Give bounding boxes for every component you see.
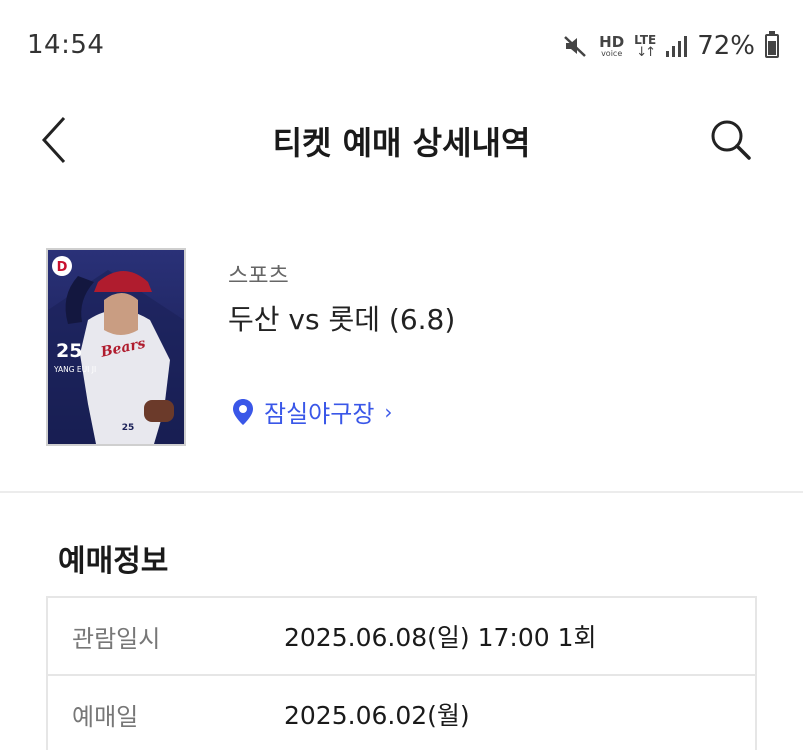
status-bar: 14:54 HD voice LTE ↓↑ 72% xyxy=(0,0,803,92)
hd-voice-icon: HD voice xyxy=(599,32,625,58)
info-label: 관람일시 xyxy=(72,624,161,653)
status-time: 14:54 xyxy=(27,30,105,60)
page-title: 티켓 예매 상세내역 xyxy=(272,124,531,162)
section-title: 예매정보 xyxy=(58,544,169,579)
jersey-number: 25 xyxy=(122,423,135,433)
location-pin-icon xyxy=(233,398,253,425)
poster-player-number: 25 xyxy=(56,340,82,362)
chevron-right-icon: › xyxy=(384,399,393,424)
venue-link[interactable]: 잠실야구장 › xyxy=(232,394,392,429)
event-category: 스포츠 xyxy=(228,264,289,289)
lte-label: LTE xyxy=(634,32,657,47)
poster-player-name: YANG EUI JI xyxy=(53,365,96,374)
search-icon xyxy=(711,120,751,160)
event-poster[interactable]: D Bears 25 25 YANG EUI JI xyxy=(46,248,186,446)
booking-info-table: 관람일시 2025.06.08(일) 17:00 1회 예매일 2025.06.… xyxy=(46,596,757,750)
hd-label: HD xyxy=(599,32,625,51)
app-header: 티켓 예매 상세내역 xyxy=(0,92,803,188)
poster-image: D Bears 25 25 YANG EUI JI xyxy=(48,250,184,444)
info-value: 2025.06.02(월) xyxy=(284,701,470,730)
lte-icon: LTE ↓↑ xyxy=(634,34,656,59)
info-value: 2025.06.08(일) 17:00 1회 xyxy=(284,623,597,652)
event-title: 두산 vs 롯데 (6.8) xyxy=(228,303,456,336)
poster-logo: D xyxy=(57,260,68,275)
info-label: 예매일 xyxy=(72,702,139,731)
mute-icon xyxy=(564,36,587,57)
section-divider xyxy=(0,491,803,493)
info-row-viewing-datetime: 관람일시 2025.06.08(일) 17:00 1회 xyxy=(48,598,755,676)
battery-icon xyxy=(765,31,779,58)
battery-percent: 72% xyxy=(697,31,755,61)
info-row-booking-date: 예매일 2025.06.02(월) xyxy=(48,676,755,750)
event-summary: D Bears 25 25 YANG EUI JI 스포츠 두산 vs 롯데 (… xyxy=(46,248,766,446)
venue-name: 잠실야구장 xyxy=(264,400,375,428)
signal-icon xyxy=(666,35,688,57)
search-button[interactable] xyxy=(705,114,757,166)
lte-arrows: ↓↑ xyxy=(636,44,656,60)
voice-label: voice xyxy=(601,48,623,58)
status-icons: HD voice LTE ↓↑ 72% xyxy=(561,28,779,64)
